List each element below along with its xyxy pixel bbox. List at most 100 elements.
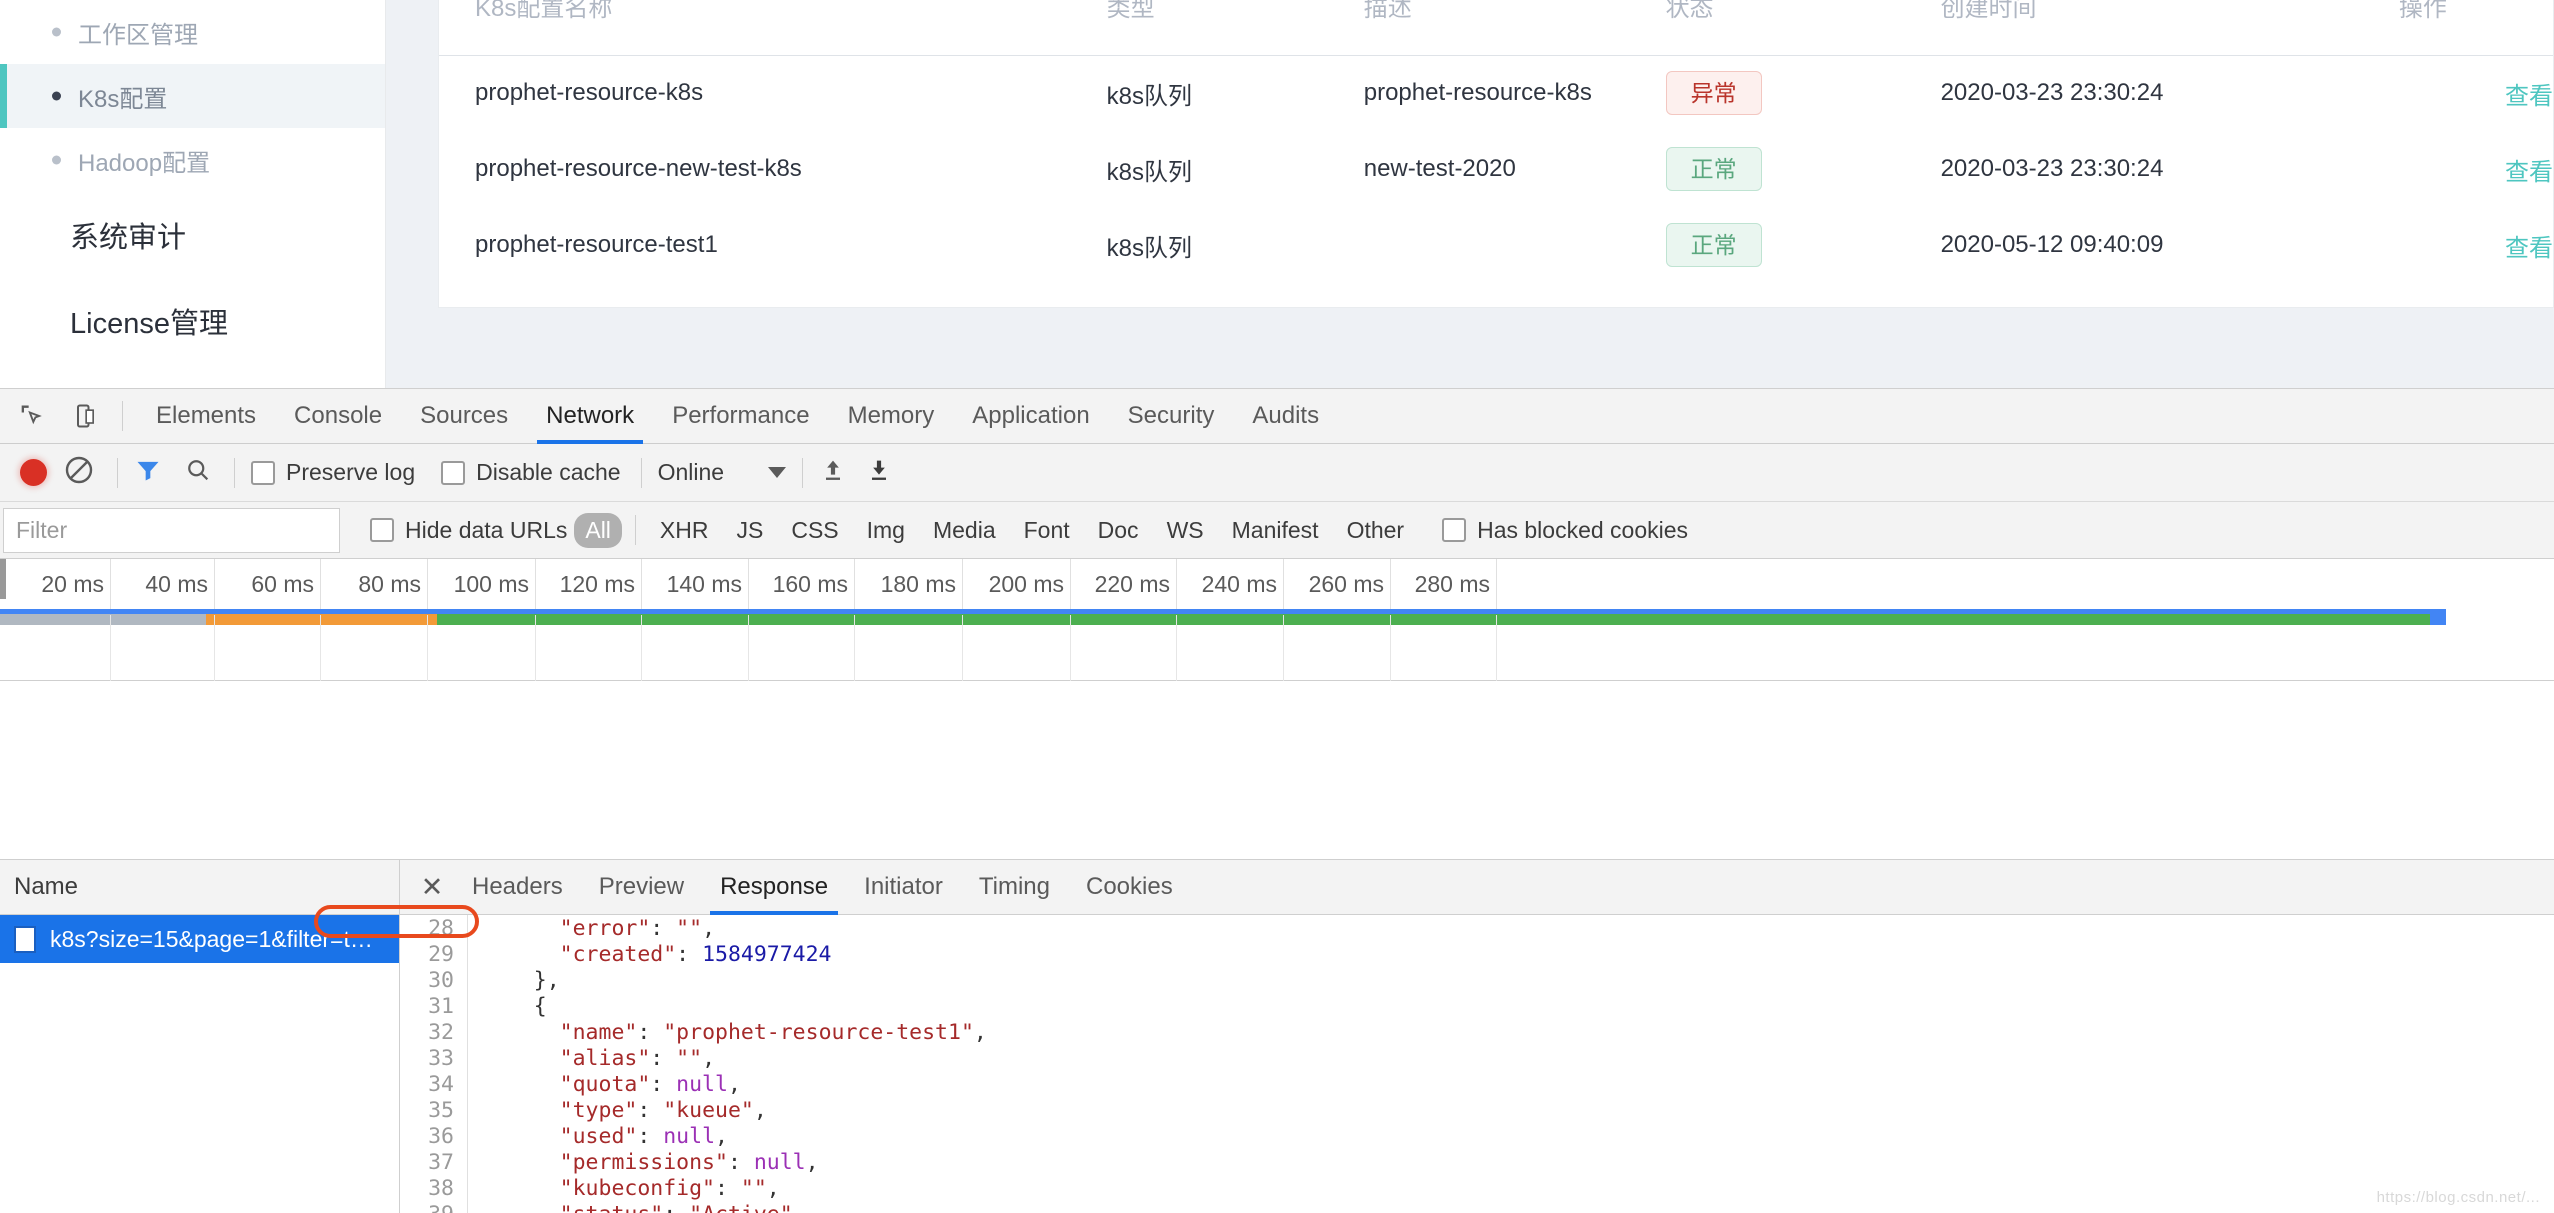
sidebar-item-k8s-config[interactable]: K8s配置: [0, 64, 385, 128]
resource-type-media[interactable]: Media: [922, 513, 1007, 548]
line-number: 29: [400, 941, 468, 967]
k8s-config-table: K8s配置名称 类型 描述 状态 创建时间 操作 prophet-resourc…: [439, 0, 2553, 283]
device-toolbar-icon[interactable]: [62, 393, 108, 439]
tick: 220 ms: [1176, 559, 1177, 615]
table-body: prophet-resource-k8s k8s队列 prophet-resou…: [439, 55, 2553, 283]
preserve-log-checkbox[interactable]: Preserve log: [251, 459, 415, 486]
line-code: "name": "prophet-resource-test1",: [468, 1020, 987, 1045]
filter-funnel-icon[interactable]: [134, 456, 162, 490]
tab-audits[interactable]: Audits: [1233, 389, 1338, 444]
cell-type: k8s队列: [1071, 207, 1328, 283]
cell-desc: [1328, 207, 1630, 283]
resource-type-css[interactable]: CSS: [780, 513, 849, 548]
table-row[interactable]: prophet-resource-k8s k8s队列 prophet-resou…: [439, 55, 2553, 131]
detail-tab-response[interactable]: Response: [702, 860, 846, 915]
view-link[interactable]: 查看: [2505, 159, 2553, 186]
close-icon[interactable]: ✕: [410, 872, 454, 903]
checkbox-box: [370, 518, 394, 542]
throttling-select[interactable]: Online: [658, 459, 786, 486]
cell-action: 查看: [2363, 207, 2553, 283]
network-request-panel: Name k8s?size=15&page=1&filter=t… ✕ Head…: [0, 859, 2554, 1213]
timeline-ruler: 20 ms 40 ms 60 ms 80 ms 100 ms 120 ms 14…: [0, 559, 2554, 615]
response-body-viewer[interactable]: 28 "error": "",29 "created": 1584977424 3…: [400, 915, 2554, 1213]
tab-console[interactable]: Console: [275, 389, 401, 444]
cell-action: 查看: [2363, 55, 2553, 131]
sidebar-item-hadoop-config[interactable]: Hadoop配置: [0, 128, 385, 192]
column-header-created: 创建时间: [1905, 0, 2363, 55]
sidebar-group-system-audit[interactable]: 系统审计: [0, 192, 385, 278]
view-link[interactable]: 查看: [2505, 235, 2553, 262]
line-number: 34: [400, 1071, 468, 1097]
resource-type-js[interactable]: JS: [725, 513, 774, 548]
line-number: 35: [400, 1097, 468, 1123]
request-detail-tabbar: ✕ Headers Preview Response Initiator Tim…: [400, 860, 2554, 915]
resource-type-other[interactable]: Other: [1336, 513, 1416, 548]
column-header-status: 状态: [1630, 0, 1905, 55]
download-har-icon[interactable]: [865, 456, 893, 490]
detail-tab-initiator[interactable]: Initiator: [846, 860, 961, 915]
preserve-log-label: Preserve log: [286, 459, 415, 486]
tab-security[interactable]: Security: [1109, 389, 1234, 444]
resource-type-all[interactable]: All: [574, 513, 622, 548]
line-number: 38: [400, 1175, 468, 1201]
tab-memory[interactable]: Memory: [829, 389, 954, 444]
resource-type-manifest[interactable]: Manifest: [1221, 513, 1330, 548]
search-icon[interactable]: [184, 456, 212, 490]
tab-sources[interactable]: Sources: [401, 389, 527, 444]
sidebar-group-license[interactable]: License管理: [0, 278, 385, 364]
toolbar-divider: [122, 401, 123, 431]
table-row[interactable]: prophet-resource-test1 k8s队列 正常 2020-05-…: [439, 207, 2553, 283]
toolbar-divider: [802, 458, 803, 488]
tab-application[interactable]: Application: [953, 389, 1108, 444]
response-line: 29 "created": 1584977424: [400, 941, 2554, 967]
toolbar-divider: [641, 458, 642, 488]
filter-input[interactable]: [3, 508, 340, 553]
tick: 240 ms: [1283, 559, 1284, 615]
request-detail-column: ✕ Headers Preview Response Initiator Tim…: [400, 860, 2554, 1213]
resource-type-font[interactable]: Font: [1013, 513, 1081, 548]
detail-tab-preview[interactable]: Preview: [581, 860, 702, 915]
line-number: 28: [400, 915, 468, 941]
app-content: K8s配置名称 类型 描述 状态 创建时间 操作 prophet-resourc…: [386, 0, 2554, 388]
tab-elements[interactable]: Elements: [137, 389, 275, 444]
network-timeline-overview[interactable]: 20 ms 40 ms 60 ms 80 ms 100 ms 120 ms 14…: [0, 559, 2554, 681]
has-blocked-cookies-checkbox[interactable]: Has blocked cookies: [1442, 517, 1688, 544]
tab-network[interactable]: Network: [527, 389, 653, 444]
bullet-icon: [52, 156, 61, 165]
cell-name: prophet-resource-test1: [439, 207, 1071, 283]
detail-tab-cookies[interactable]: Cookies: [1068, 860, 1191, 915]
upload-har-icon[interactable]: [819, 456, 847, 490]
resource-type-xhr[interactable]: XHR: [649, 513, 720, 548]
record-icon[interactable]: [20, 459, 47, 486]
hide-data-urls-checkbox[interactable]: Hide data URLs: [370, 517, 567, 544]
inspect-element-icon[interactable]: [8, 393, 54, 439]
tick: 180 ms: [962, 559, 963, 615]
resource-type-img[interactable]: Img: [856, 513, 916, 548]
list-item[interactable]: k8s?size=15&page=1&filter=t…: [0, 915, 399, 963]
view-link[interactable]: 查看: [2505, 83, 2553, 110]
response-line: 36 "used": null,: [400, 1123, 2554, 1149]
k8s-config-table-card: K8s配置名称 类型 描述 状态 创建时间 操作 prophet-resourc…: [438, 0, 2554, 308]
checkbox-box: [251, 461, 275, 485]
column-header-desc: 描述: [1328, 0, 1630, 55]
line-code: "error": "",: [468, 916, 715, 941]
tick: 20 ms: [110, 559, 111, 615]
resource-type-ws[interactable]: WS: [1156, 513, 1215, 548]
disable-cache-checkbox[interactable]: Disable cache: [441, 459, 620, 486]
table-row[interactable]: prophet-resource-new-test-k8s k8s队列 new-…: [439, 131, 2553, 207]
cell-name: prophet-resource-new-test-k8s: [439, 131, 1071, 207]
sidebar-item-workspace[interactable]: 工作区管理: [0, 0, 385, 64]
line-code: },: [468, 968, 560, 993]
cell-type: k8s队列: [1071, 55, 1328, 131]
cell-desc: prophet-resource-k8s: [1328, 55, 1630, 131]
detail-tab-headers[interactable]: Headers: [454, 860, 581, 915]
line-code: "status": "Active",: [468, 1202, 806, 1213]
line-code: "kubeconfig": "",: [468, 1176, 780, 1201]
cell-created: 2020-03-23 23:30:24: [1905, 131, 2363, 207]
tab-performance[interactable]: Performance: [653, 389, 828, 444]
resource-type-doc[interactable]: Doc: [1087, 513, 1150, 548]
clear-icon[interactable]: [63, 454, 95, 492]
has-blocked-cookies-label: Has blocked cookies: [1477, 517, 1688, 544]
detail-tab-timing[interactable]: Timing: [961, 860, 1068, 915]
response-line: 38 "kubeconfig": "",: [400, 1175, 2554, 1201]
